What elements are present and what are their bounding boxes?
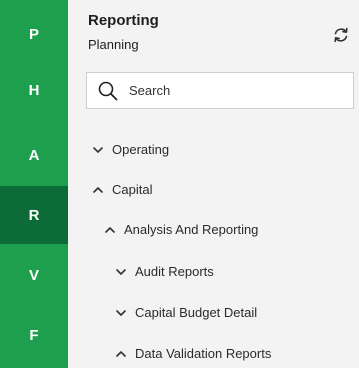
rail-item-p[interactable]: P (0, 5, 68, 63)
tree-item-label: Capital Budget Detail (135, 305, 258, 320)
chevron-down-icon (116, 309, 126, 316)
rail-item-r[interactable]: R (0, 186, 68, 244)
rail-item-label: R (28, 206, 40, 224)
tree-item-operating[interactable]: Operating (92, 142, 169, 157)
tree-item-label: Audit Reports (135, 264, 214, 279)
tree-item-data-validation-reports[interactable]: Data Validation Reports (115, 346, 271, 361)
rail-item-a[interactable]: A (0, 126, 68, 184)
chevron-up-icon (116, 350, 126, 357)
chevron-down-icon (93, 146, 103, 153)
refresh-icon[interactable] (330, 24, 352, 46)
chevron-up-icon (105, 226, 115, 233)
panel-subtitle: Planning (88, 37, 139, 52)
tree-item-label: Data Validation Reports (135, 346, 272, 361)
tree-item-audit-reports[interactable]: Audit Reports (115, 264, 214, 279)
rail-item-label: F (29, 326, 39, 344)
tree-item-label: Capital (112, 182, 153, 197)
rail-item-label: A (28, 146, 40, 164)
rail-item-v[interactable]: V (0, 246, 68, 304)
tree-item-analysis-and-reporting[interactable]: Analysis And Reporting (104, 222, 258, 237)
rail-item-label: H (28, 81, 40, 99)
app-rail: P H A R V F (0, 0, 68, 368)
tree-item-label: Analysis And Reporting (124, 222, 259, 237)
rail-item-h[interactable]: H (0, 61, 68, 119)
chevron-down-icon (116, 268, 126, 275)
search-box[interactable] (86, 72, 354, 109)
rail-item-label: P (28, 25, 39, 43)
search-input[interactable] (129, 83, 329, 98)
rail-item-f[interactable]: F (0, 306, 68, 364)
tree-item-capital[interactable]: Capital (92, 182, 152, 197)
chevron-up-icon (93, 186, 103, 193)
tree-item-capital-budget-detail[interactable]: Capital Budget Detail (115, 305, 257, 320)
search-icon (98, 81, 118, 100)
rail-item-label: V (28, 266, 39, 284)
tree-item-label: Operating (112, 142, 170, 157)
panel-title: Reporting (88, 12, 159, 29)
reporting-panel: Reporting Planning Operating Capital Ana… (68, 0, 359, 368)
